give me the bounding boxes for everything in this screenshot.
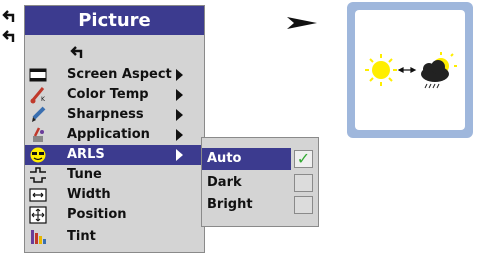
- pointer-arrow-icon: [287, 17, 317, 29]
- sun-icon: [365, 54, 397, 86]
- arls-preview-panel: [347, 2, 473, 138]
- menu-item-sharpness[interactable]: Sharpness: [25, 105, 204, 125]
- menu-item-tune[interactable]: Tune: [25, 165, 204, 185]
- menu-item-width[interactable]: Width: [25, 185, 204, 205]
- submenu-arrow-icon: [176, 109, 183, 121]
- menu-item-arls[interactable]: ARLS: [25, 145, 204, 165]
- menu-item-label: Color Temp: [67, 87, 149, 102]
- width-icon: [29, 188, 47, 202]
- menu-item-label: Tint: [67, 229, 96, 244]
- menu-back-row[interactable]: [25, 42, 204, 62]
- menu-item-color-temp[interactable]: K Color Temp: [25, 85, 204, 105]
- menu-item-label: Position: [67, 207, 127, 222]
- cloudy-sun-icon: [421, 52, 457, 89]
- submenu-arrow-icon: [176, 69, 183, 81]
- preview-inner: [355, 10, 465, 130]
- back-arrow-icon[interactable]: [1, 9, 15, 23]
- picture-menu: Picture Screen Aspect K Color Temp Sharp…: [24, 5, 205, 253]
- menu-item-label: Sharpness: [67, 107, 144, 122]
- menu-item-screen-aspect[interactable]: Screen Aspect: [25, 65, 204, 85]
- menu-title: Picture: [25, 6, 204, 35]
- menu-item-position[interactable]: Position: [25, 205, 204, 225]
- arls-submenu: Auto ✓ Dark Bright: [201, 137, 319, 227]
- submenu-item-label: Auto: [202, 148, 291, 170]
- sunglasses-icon: [30, 147, 46, 163]
- tint-icon: [31, 230, 46, 244]
- menu-item-application[interactable]: Application: [25, 125, 204, 145]
- menu-item-label: Tune: [67, 167, 102, 182]
- menu-item-label: Width: [67, 187, 111, 202]
- menu-item-label: Application: [67, 127, 150, 142]
- double-arrow-icon: [397, 67, 417, 73]
- submenu-arrow-icon: [176, 149, 183, 161]
- submenu-arrow-icon: [176, 89, 183, 101]
- checkbox-checked[interactable]: ✓: [294, 150, 313, 168]
- submenu-item-bright[interactable]: Bright: [202, 194, 318, 216]
- submenu-item-dark[interactable]: Dark: [202, 172, 318, 194]
- back-arrow-icon: [70, 46, 83, 58]
- menu-item-label: ARLS: [67, 147, 105, 162]
- exit-arrow-icon[interactable]: [1, 29, 15, 43]
- checkbox-unchecked[interactable]: [294, 196, 313, 214]
- submenu-item-label: Dark: [207, 175, 242, 190]
- submenu-item-label: Bright: [207, 197, 253, 212]
- screen-aspect-icon: [29, 68, 47, 82]
- svg-text:K: K: [41, 96, 46, 103]
- pen-icon: [32, 106, 46, 122]
- submenu-item-auto[interactable]: Auto ✓: [202, 148, 318, 170]
- menu-item-tint[interactable]: Tint: [25, 227, 204, 247]
- submenu-arrow-icon: [176, 129, 183, 141]
- sun-to-cloud-illustration: [365, 52, 457, 89]
- position-icon: [29, 206, 47, 224]
- application-icon: [33, 127, 44, 142]
- tune-icon: [30, 167, 46, 183]
- thermometer-icon: K: [30, 87, 46, 104]
- menu-item-label: Screen Aspect: [67, 67, 172, 82]
- checkbox-unchecked[interactable]: [294, 174, 313, 192]
